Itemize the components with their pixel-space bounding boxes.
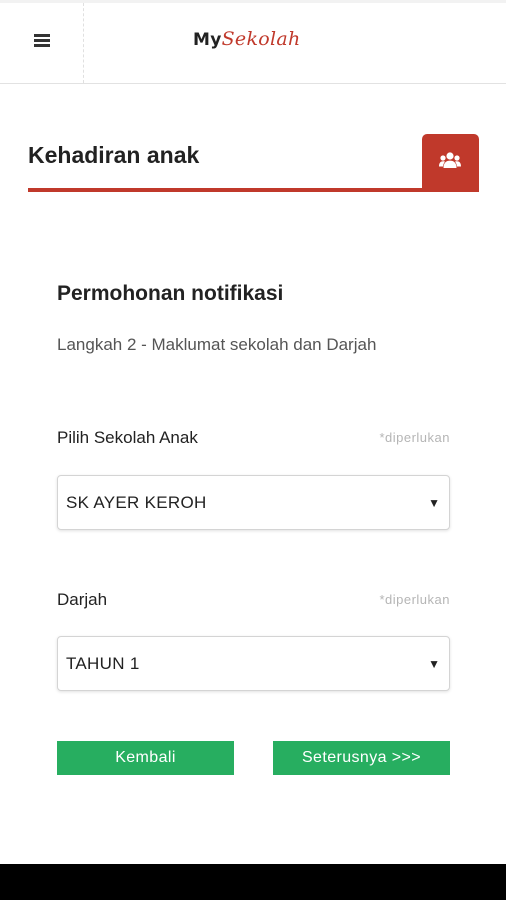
darjah-required-note: *diperlukan: [379, 592, 450, 607]
users-icon: [439, 152, 461, 168]
darjah-select[interactable]: TAHUN 1 ▼: [57, 636, 450, 691]
next-button[interactable]: Seterusnya >>>: [273, 741, 450, 775]
school-label: Pilih Sekolah Anak: [57, 428, 198, 447]
logo-sekolah: Sekolah: [221, 28, 301, 50]
hamburger-menu-icon[interactable]: [30, 32, 54, 52]
back-button[interactable]: Kembali: [57, 741, 234, 775]
dropdown-caret-icon: ▼: [428, 496, 440, 510]
darjah-select-value: TAHUN 1: [66, 654, 140, 673]
section-underline: [28, 188, 479, 192]
section-header: Kehadiran anak: [28, 134, 479, 196]
dropdown-caret-icon: ▼: [428, 657, 440, 671]
logo-my: My: [193, 30, 222, 50]
app-logo: MySekolah: [193, 28, 301, 50]
darjah-label: Darjah: [57, 590, 108, 609]
school-required-note: *diperlukan: [379, 430, 450, 445]
section-icon-badge: [422, 134, 479, 192]
header-divider: [83, 3, 84, 83]
form-title: Permohonan notifikasi: [57, 282, 284, 305]
school-select-value: SK AYER KEROH: [66, 493, 207, 512]
school-select[interactable]: SK AYER KEROH ▼: [57, 475, 450, 530]
app-header: MySekolah: [0, 0, 506, 84]
section-title: Kehadiran anak: [28, 142, 200, 168]
system-nav-bar: [0, 864, 506, 900]
form-step-text: Langkah 2 - Maklumat sekolah dan Darjah: [57, 335, 377, 354]
